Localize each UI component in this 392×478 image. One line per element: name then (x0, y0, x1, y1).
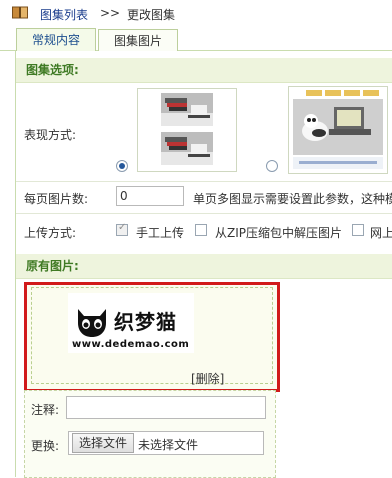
album-options-title: 图集选项: (26, 63, 79, 77)
tab-album-images[interactable]: 图集图片 (98, 29, 178, 52)
upload-manual-checkbox[interactable] (116, 222, 128, 236)
display-mode-label: 表现方式: (24, 128, 77, 142)
breadcrumb-separator: >> (100, 6, 121, 20)
no-file-text: 未选择文件 (138, 438, 199, 452)
display-option-multi-thumb[interactable] (137, 88, 237, 172)
upload-web-label: 网上 (370, 226, 392, 240)
display-option-radio-1[interactable] (116, 160, 128, 172)
album-options-header: 图集选项: (16, 58, 392, 83)
row-divider (16, 181, 392, 182)
choose-file-button[interactable]: 选择文件 (72, 433, 134, 453)
book-icon (12, 6, 28, 19)
replace-label: 更换: (31, 439, 60, 453)
original-images-header: 原有图片: (16, 254, 392, 279)
display-option-slideshow-thumb[interactable] (288, 86, 388, 174)
logo-title: 织梦猫 (114, 310, 177, 334)
tab-general-content[interactable]: 常规内容 (16, 28, 96, 53)
cat-logo-icon (78, 309, 106, 337)
breadcrumb-current: 更改图集 (127, 8, 176, 22)
note-label: 注释: (31, 403, 60, 417)
display-option-radio-2[interactable] (266, 160, 278, 172)
note-input[interactable] (66, 396, 266, 419)
per-page-hint: 单页多图显示需要设置此参数，这种模 (193, 192, 392, 206)
original-images-title: 原有图片: (26, 259, 79, 273)
upload-manual-label: 手工上传 (136, 226, 185, 240)
row-divider (16, 213, 392, 214)
per-page-input[interactable]: 0 (116, 186, 184, 206)
upload-zip-label: 从ZIP压缩包中解压图片 (215, 226, 342, 240)
logo-url: www.dedemao.com (72, 339, 190, 350)
per-page-input-value: 0 (120, 189, 128, 203)
breadcrumb-link[interactable]: 图集列表 (40, 6, 88, 23)
upload-web-checkbox[interactable] (352, 224, 364, 236)
upload-zip-checkbox[interactable] (195, 224, 207, 236)
logo-image: 织梦猫 www.dedemao.com (68, 293, 194, 353)
per-page-label: 每页图片数: (24, 192, 89, 206)
upload-method-label: 上传方式: (24, 226, 77, 240)
delete-image-link[interactable]: [删除] (191, 370, 224, 387)
